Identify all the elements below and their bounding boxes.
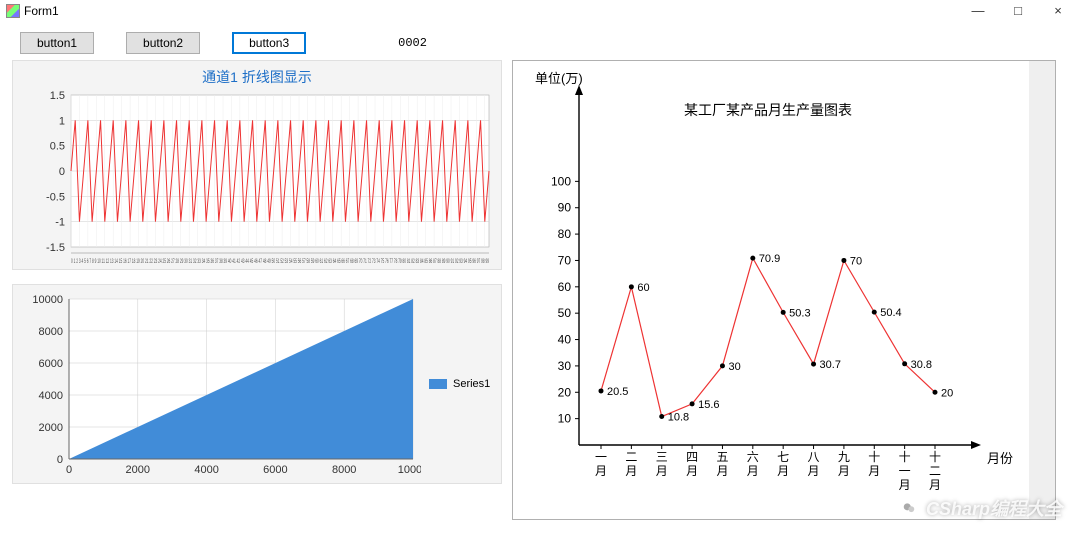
svg-text:月: 月 (899, 478, 911, 492)
svg-text:2000: 2000 (39, 422, 63, 434)
chart-channel1: 通道1 折线图显示 -1.5 -1 -0.5 0 0.5 1 1.5 0 1 2 3 4 5 … (12, 60, 502, 270)
svg-text:4000: 4000 (39, 390, 63, 402)
svg-text:8000: 8000 (332, 464, 356, 476)
svg-text:十: 十 (929, 450, 941, 464)
svg-text:8000: 8000 (39, 326, 63, 338)
legend-swatch (429, 379, 447, 389)
svg-text:五: 五 (716, 450, 728, 464)
svg-text:1: 1 (59, 115, 65, 127)
button1[interactable]: button1 (20, 32, 94, 54)
svg-text:100: 100 (551, 174, 571, 188)
svg-text:30: 30 (558, 359, 572, 373)
svg-text:月: 月 (808, 464, 820, 478)
svg-text:月: 月 (716, 464, 728, 478)
svg-text:月: 月 (747, 464, 759, 478)
svg-text:6000: 6000 (263, 464, 287, 476)
svg-text:20: 20 (558, 385, 572, 399)
svg-text:30: 30 (728, 361, 740, 373)
svg-text:月: 月 (868, 464, 880, 478)
svg-text:50: 50 (558, 306, 572, 320)
svg-text:-1.5: -1.5 (46, 242, 65, 254)
button3[interactable]: button3 (232, 32, 306, 54)
svg-text:2000: 2000 (126, 464, 150, 476)
chart1-svg: -1.5 -1 -0.5 0 0.5 1 1.5 0 1 2 3 4 5 6 7 8 9 10… (21, 89, 493, 267)
svg-text:二: 二 (625, 450, 637, 464)
chart1-title: 通道1 折线图显示 (21, 67, 493, 87)
svg-text:一: 一 (899, 464, 911, 478)
svg-text:20: 20 (941, 387, 953, 399)
svg-text:50.4: 50.4 (880, 307, 901, 319)
svg-text:70: 70 (558, 253, 572, 267)
svg-text:40: 40 (558, 333, 572, 347)
svg-text:三: 三 (656, 450, 668, 464)
svg-text:月份: 月份 (987, 451, 1013, 466)
svg-text:70.9: 70.9 (759, 253, 780, 265)
svg-text:60: 60 (558, 280, 572, 294)
svg-text:八: 八 (808, 450, 820, 464)
svg-text:九: 九 (838, 450, 850, 464)
close-button[interactable]: × (1038, 1, 1078, 21)
svg-text:一: 一 (595, 450, 607, 464)
svg-text:月: 月 (595, 464, 607, 478)
legend-label: Series1 (453, 378, 490, 390)
svg-text:30.8: 30.8 (911, 359, 932, 371)
chart2-svg: 0 2000 4000 6000 8000 10000 0 2000 4000 6000 8000 1… (21, 291, 421, 477)
chart3-svg: 单位(万)某工厂某产品月生产量图表102030405060708090100一月… (517, 65, 1029, 517)
chart3-side (1029, 61, 1055, 519)
svg-text:0: 0 (59, 166, 65, 178)
svg-text:十: 十 (899, 450, 911, 464)
svg-text:1.5: 1.5 (50, 90, 65, 102)
svg-text:四: 四 (686, 450, 698, 464)
maximize-button[interactable]: □ (998, 1, 1038, 21)
svg-text:十: 十 (868, 450, 880, 464)
svg-text:七: 七 (777, 450, 789, 464)
svg-text:月: 月 (929, 478, 941, 492)
app-icon (6, 4, 20, 18)
svg-text:0: 0 (66, 464, 72, 476)
svg-text:20.5: 20.5 (607, 386, 628, 398)
window-title: Form1 (24, 4, 958, 18)
svg-text:10000: 10000 (32, 294, 63, 306)
svg-text:单位(万): 单位(万) (535, 71, 583, 86)
svg-text:80: 80 (558, 227, 572, 241)
svg-text:10: 10 (558, 412, 572, 426)
toolbar: button1 button2 button3 0002 (0, 22, 1080, 60)
minimize-button[interactable]: — (958, 1, 998, 21)
chart-area: 0 2000 4000 6000 8000 10000 0 2000 4000 6000 8000 1… (12, 284, 502, 484)
svg-text:-0.5: -0.5 (46, 191, 65, 203)
svg-text:15.6: 15.6 (698, 399, 719, 411)
svg-text:10.8: 10.8 (668, 412, 689, 424)
svg-text:-1: -1 (55, 217, 65, 229)
svg-text:10000: 10000 (398, 464, 421, 476)
svg-text:0 1 2 3 4 5 6 7 8 9 10 11 12 1: 0 1 2 3 4 5 6 7 8 9 10 11 12 13 14 15 16… (71, 259, 489, 265)
svg-text:0.5: 0.5 (50, 141, 65, 153)
status-text: 0002 (398, 36, 427, 50)
svg-text:4000: 4000 (194, 464, 218, 476)
svg-text:90: 90 (558, 201, 572, 215)
svg-text:70: 70 (850, 255, 862, 267)
window-titlebar: Form1 — □ × (0, 0, 1080, 22)
svg-text:50.3: 50.3 (789, 307, 810, 319)
svg-text:二: 二 (929, 464, 941, 478)
svg-text:某工厂某产品月生产量图表: 某工厂某产品月生产量图表 (684, 102, 852, 118)
svg-text:月: 月 (838, 464, 850, 478)
svg-text:月: 月 (777, 464, 789, 478)
svg-text:60: 60 (637, 282, 649, 294)
svg-text:六: 六 (747, 450, 759, 464)
chart-production: 单位(万)某工厂某产品月生产量图表102030405060708090100一月… (512, 60, 1056, 520)
svg-text:6000: 6000 (39, 358, 63, 370)
button2[interactable]: button2 (126, 32, 200, 54)
svg-text:30.7: 30.7 (820, 359, 841, 371)
chart2-legend: Series1 (429, 291, 490, 477)
svg-text:月: 月 (656, 464, 668, 478)
svg-text:0: 0 (57, 454, 63, 466)
svg-text:月: 月 (625, 464, 637, 478)
svg-text:月: 月 (686, 464, 698, 478)
